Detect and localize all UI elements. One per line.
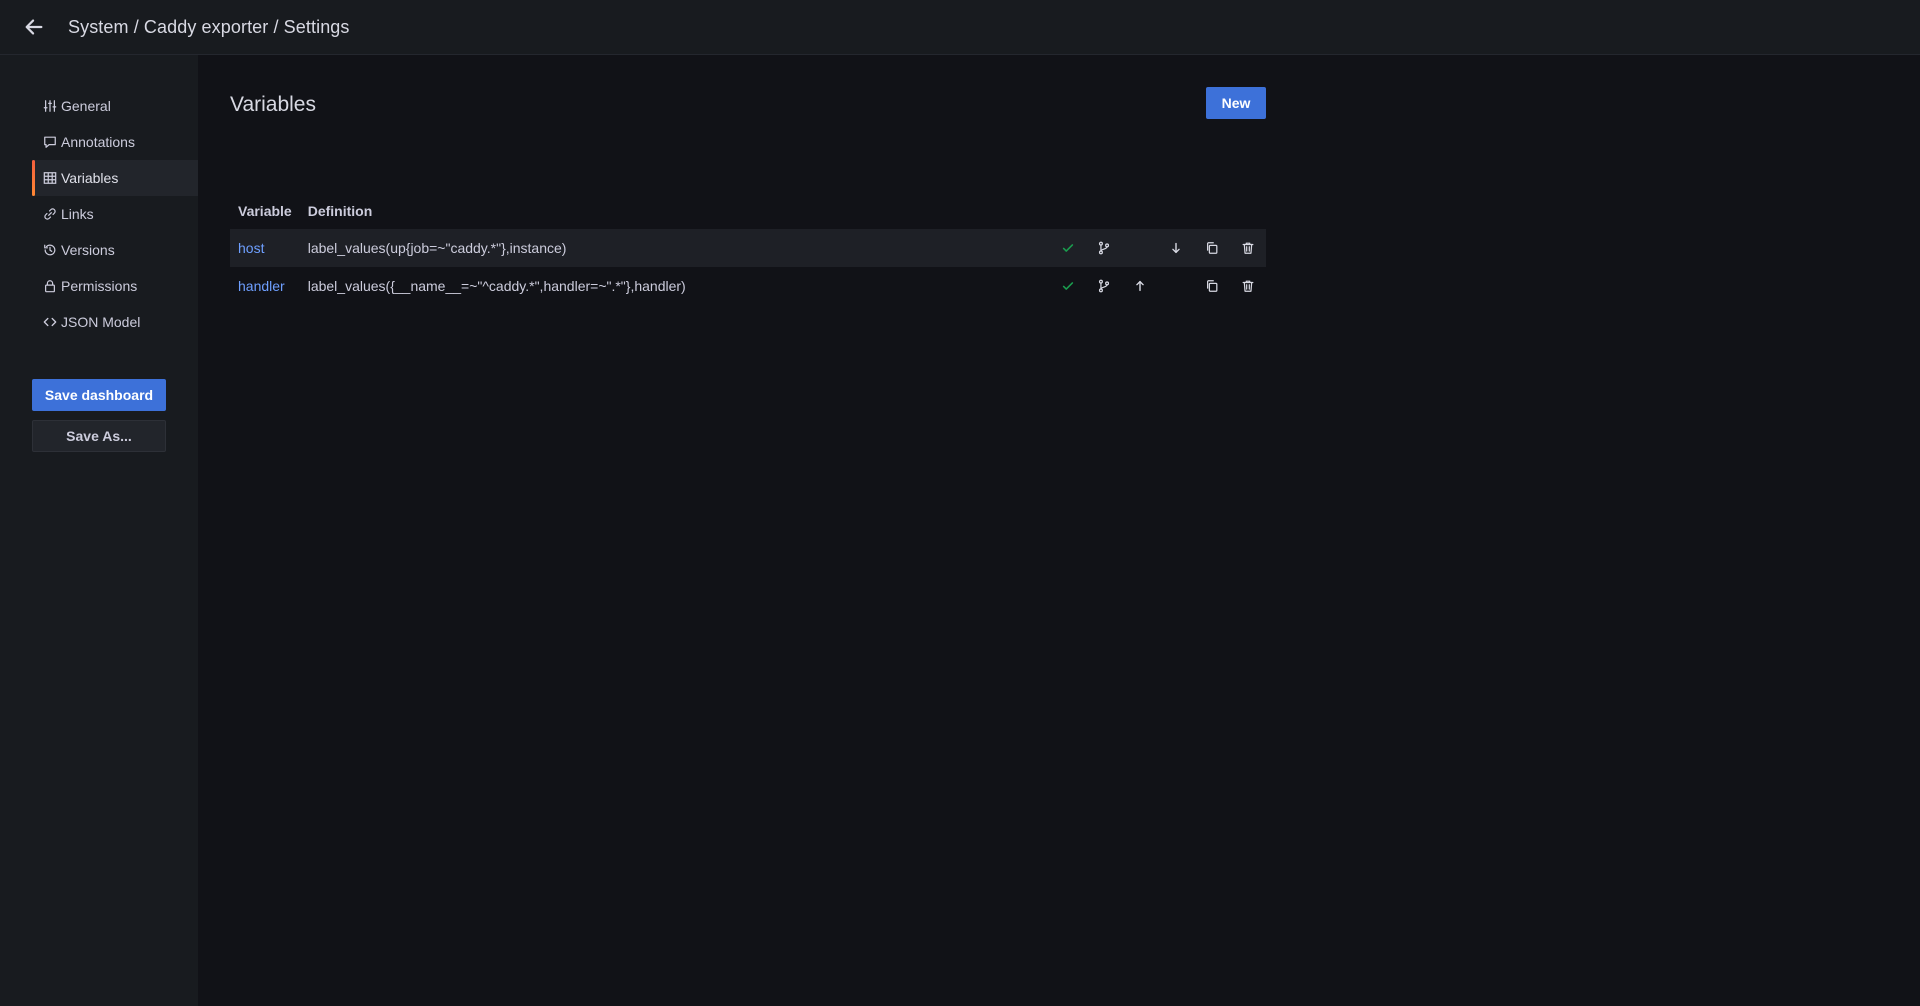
move-up-cell bbox=[1122, 229, 1158, 267]
arrow-left-icon bbox=[25, 19, 43, 35]
code-branch-icon[interactable] bbox=[1092, 274, 1116, 298]
move-up-cell bbox=[1122, 267, 1158, 305]
variable-definition[interactable]: label_values(up{job=~"caddy.*"},instance… bbox=[299, 229, 1050, 267]
code-branch-icon[interactable] bbox=[1092, 236, 1116, 260]
delete-cell bbox=[1230, 229, 1266, 267]
column-header-definition: Definition bbox=[307, 202, 373, 219]
sidebar-item-json-model[interactable]: JSON Model bbox=[32, 304, 198, 340]
sidebar-item-versions[interactable]: Versions bbox=[32, 232, 198, 268]
sliders-icon bbox=[42, 98, 58, 114]
code-icon bbox=[42, 314, 58, 330]
sidebar-item-label: Permissions bbox=[61, 278, 138, 294]
new-variable-button[interactable]: New bbox=[1206, 87, 1266, 119]
variable-name-link[interactable]: handler bbox=[230, 267, 300, 305]
duplicate-cell bbox=[1194, 229, 1230, 267]
copy-icon[interactable] bbox=[1200, 274, 1224, 298]
arrow-up-icon[interactable] bbox=[1128, 274, 1152, 298]
move-down-cell bbox=[1158, 229, 1194, 267]
status-cell bbox=[1050, 229, 1086, 267]
top-bar: System / Caddy exporter / Settings bbox=[0, 0, 1920, 55]
move-down-cell bbox=[1158, 267, 1194, 305]
settings-sidebar: General Annotations Variables Links Vers… bbox=[0, 55, 198, 1006]
column-header-actions bbox=[1050, 192, 1266, 229]
table-icon bbox=[42, 170, 58, 186]
trash-icon[interactable] bbox=[1236, 236, 1260, 260]
breadcrumb: System / Caddy exporter / Settings bbox=[68, 16, 350, 37]
dependencies-cell bbox=[1086, 267, 1122, 305]
variable-name-link[interactable]: host bbox=[230, 229, 300, 267]
variables-table: Variable Definition host label_values(up… bbox=[230, 192, 1266, 305]
sidebar-item-permissions[interactable]: Permissions bbox=[32, 268, 198, 304]
sidebar-item-links[interactable]: Links bbox=[32, 196, 198, 232]
history-icon bbox=[42, 242, 58, 258]
duplicate-cell bbox=[1194, 267, 1230, 305]
back-button[interactable] bbox=[0, 0, 68, 55]
arrow-down-icon[interactable] bbox=[1164, 236, 1188, 260]
status-cell bbox=[1050, 267, 1086, 305]
link-icon bbox=[42, 206, 58, 222]
sidebar-item-label: Versions bbox=[61, 242, 115, 258]
table-row: handler label_values({__name__=~"^caddy.… bbox=[230, 267, 1266, 305]
sidebar-item-general[interactable]: General bbox=[32, 88, 198, 124]
lock-icon bbox=[42, 278, 58, 294]
sidebar-item-variables[interactable]: Variables bbox=[32, 160, 198, 196]
check-icon bbox=[1056, 274, 1080, 298]
page-title: Variables bbox=[230, 93, 316, 116]
copy-icon[interactable] bbox=[1200, 236, 1224, 260]
check-icon bbox=[1056, 236, 1080, 260]
sidebar-item-label: Links bbox=[61, 206, 94, 222]
main-content: Variables New Variable Definition host l… bbox=[198, 55, 1920, 1006]
table-header-row: Variable Definition bbox=[230, 192, 1266, 229]
variable-definition[interactable]: label_values({__name__=~"^caddy.*",handl… bbox=[300, 267, 1050, 305]
sidebar-item-label: General bbox=[61, 98, 111, 114]
table-row: host label_values(up{job=~"caddy.*"},ins… bbox=[230, 229, 1266, 267]
settings-nav: General Annotations Variables Links Vers… bbox=[32, 88, 198, 340]
save-as-button[interactable]: Save As... bbox=[32, 420, 166, 452]
dependencies-cell bbox=[1086, 229, 1122, 267]
column-header-variable: Variable bbox=[238, 202, 292, 219]
trash-icon[interactable] bbox=[1236, 274, 1260, 298]
comment-icon bbox=[42, 134, 58, 150]
sidebar-item-label: Annotations bbox=[61, 134, 135, 150]
delete-cell bbox=[1230, 267, 1266, 305]
save-dashboard-button[interactable]: Save dashboard bbox=[32, 379, 166, 411]
sidebar-item-label: JSON Model bbox=[61, 314, 141, 330]
sidebar-item-label: Variables bbox=[61, 170, 119, 186]
sidebar-item-annotations[interactable]: Annotations bbox=[32, 124, 198, 160]
